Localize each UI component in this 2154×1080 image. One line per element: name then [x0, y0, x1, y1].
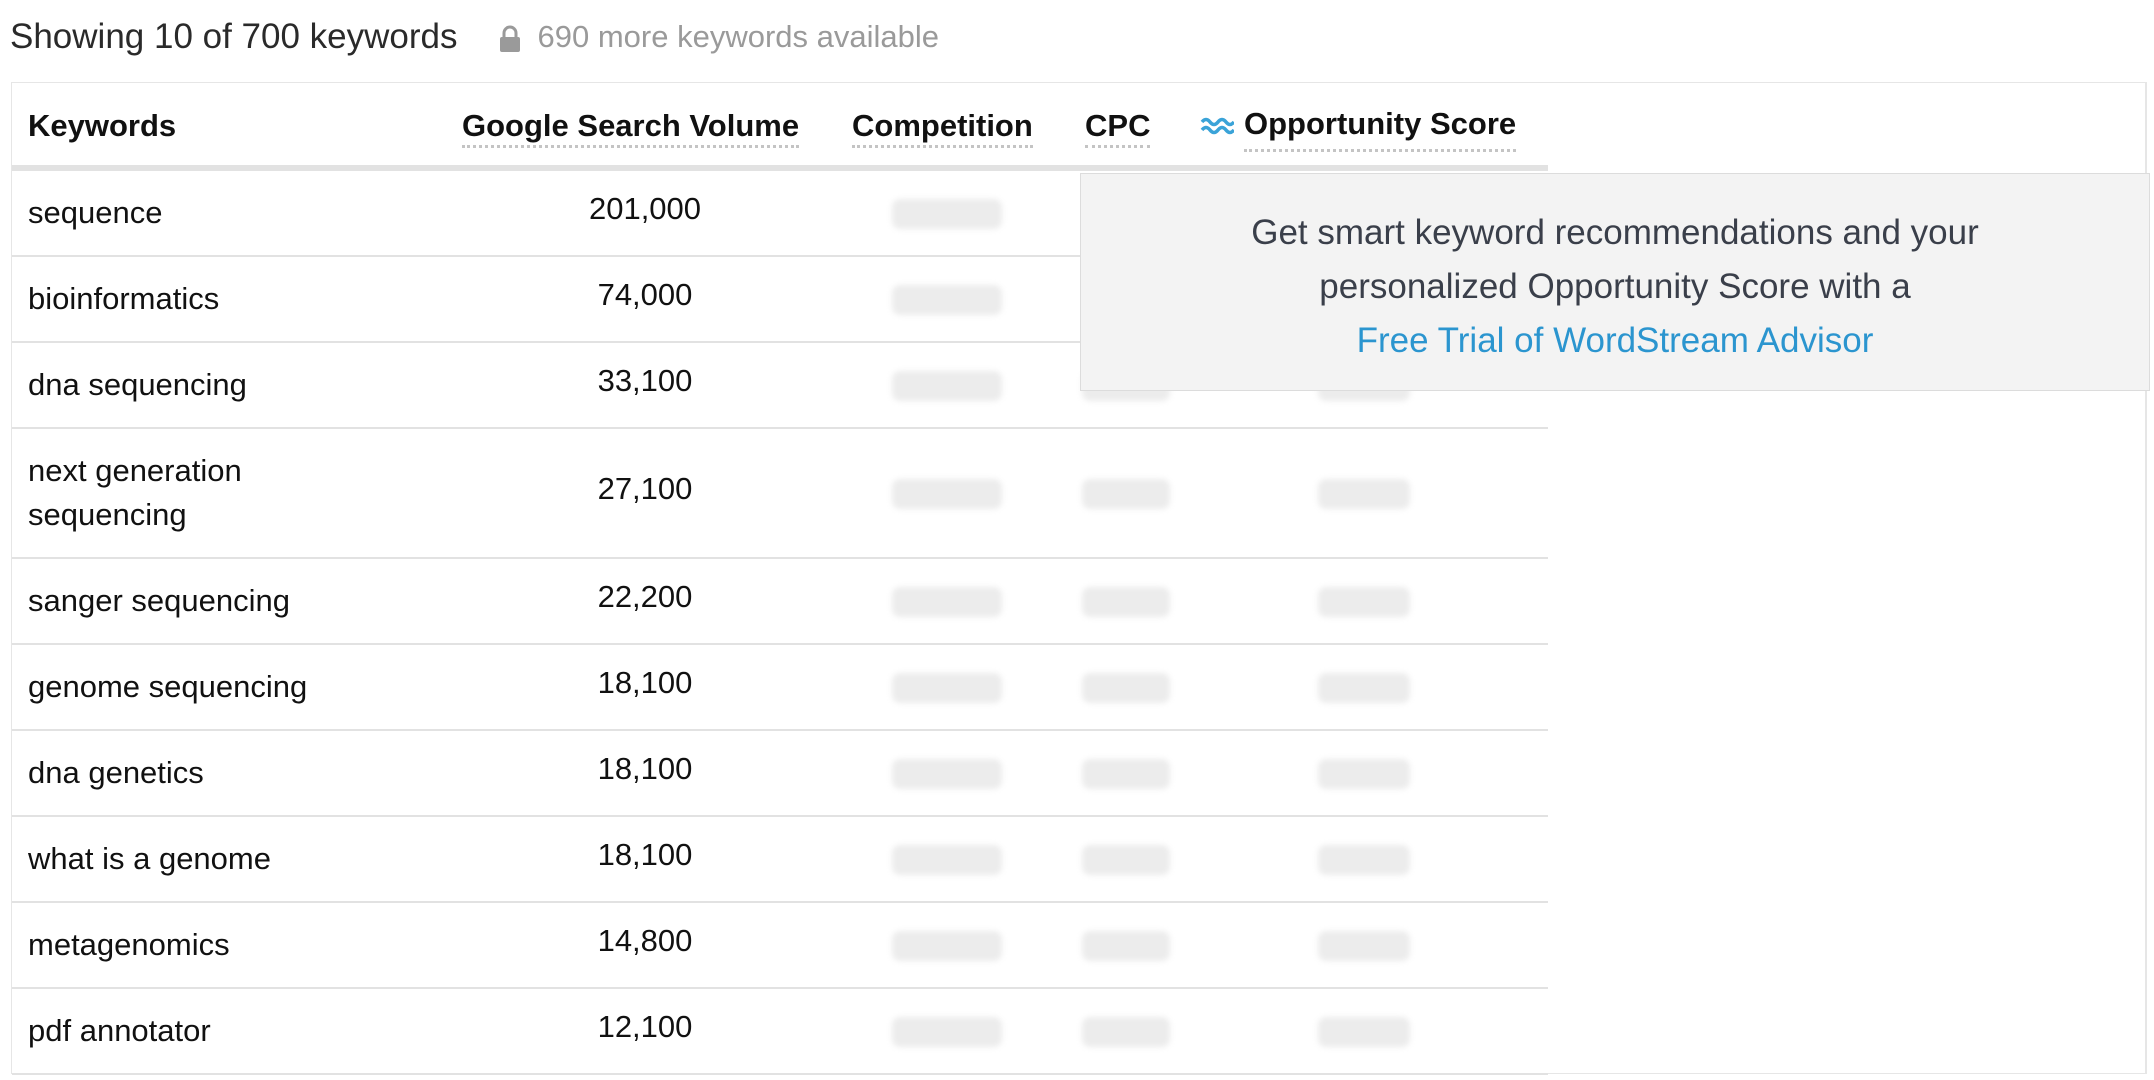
- competition-locked: [892, 587, 1002, 617]
- keyword-cell: pdf annotator: [28, 1013, 211, 1048]
- header-cpc[interactable]: CPC: [1085, 103, 1151, 149]
- opportunity-locked: [1318, 587, 1410, 617]
- wave-icon: [1200, 117, 1234, 135]
- keyword-cell: sanger sequencing: [28, 583, 290, 618]
- competition-locked: [892, 1017, 1002, 1047]
- cpc-locked: [1082, 759, 1170, 789]
- keyword-table-panel: Keywords Google Search Volume Competitio…: [11, 82, 2150, 1075]
- opportunity-locked: [1318, 1017, 1410, 1047]
- search-volume-cell: 27,100: [597, 471, 693, 506]
- upgrade-promo-box: Get smart keyword recommendations and yo…: [1080, 173, 2150, 391]
- header-opportunity-score[interactable]: Opportunity Score: [1200, 101, 1517, 152]
- table-header: Keywords Google Search Volume Competitio…: [12, 83, 1548, 171]
- header-keywords: Keywords: [28, 108, 177, 143]
- cpc-locked: [1082, 479, 1170, 509]
- free-trial-link[interactable]: Free Trial of WordStream Advisor: [1357, 321, 1874, 360]
- opportunity-locked: [1318, 931, 1410, 961]
- competition-locked: [892, 931, 1002, 961]
- competition-locked: [892, 479, 1002, 509]
- header-opportunity-score-label: Opportunity Score: [1244, 101, 1517, 152]
- competition-locked: [892, 199, 1002, 229]
- keyword-cell: dna sequencing: [28, 367, 247, 402]
- opportunity-locked: [1318, 759, 1410, 789]
- search-volume-cell: 14,800: [597, 923, 693, 958]
- header-search-volume[interactable]: Google Search Volume: [462, 103, 800, 149]
- search-volume-cell: 33,100: [597, 363, 693, 398]
- opportunity-locked: [1318, 673, 1410, 703]
- search-volume-cell: 12,100: [597, 1009, 693, 1044]
- search-volume-cell: 201,000: [588, 191, 702, 226]
- keyword-results: Showing 10 of 700 keywords 690 more keyw…: [0, 0, 2154, 1080]
- lock-icon: [498, 25, 522, 53]
- promo-text-line-2: personalized Opportunity Score with a: [1319, 267, 1911, 306]
- cpc-locked: [1082, 673, 1170, 703]
- header-cpc-label: CPC: [1085, 108, 1151, 148]
- table-row: pdf annotator 12,100: [12, 989, 1548, 1075]
- opportunity-locked: [1318, 479, 1410, 509]
- results-count: Showing 10 of 700 keywords: [10, 17, 458, 56]
- keyword-cell: genome sequencing: [28, 669, 308, 704]
- more-keywords-available: 690 more keywords available: [537, 19, 940, 54]
- table-row: next generation sequencing 27,100: [12, 429, 1548, 559]
- keyword-cell: metagenomics: [28, 927, 230, 962]
- keyword-cell: what is a genome: [28, 841, 271, 876]
- competition-locked: [892, 845, 1002, 875]
- keyword-cell: bioinformatics: [28, 281, 220, 316]
- competition-locked: [892, 673, 1002, 703]
- cpc-locked: [1082, 1017, 1170, 1047]
- keyword-cell: next generation sequencing: [28, 453, 242, 532]
- competition-locked: [892, 285, 1002, 315]
- table-row: what is a genome 18,100: [12, 817, 1548, 903]
- search-volume-cell: 22,200: [597, 579, 693, 614]
- competition-locked: [892, 371, 1002, 401]
- header-search-volume-label: Google Search Volume: [462, 108, 800, 148]
- results-summary: Showing 10 of 700 keywords 690 more keyw…: [10, 14, 939, 60]
- cpc-locked: [1082, 845, 1170, 875]
- keyword-cell: sequence: [28, 195, 163, 230]
- search-volume-cell: 74,000: [597, 277, 693, 312]
- table-row: metagenomics 14,800: [12, 903, 1548, 989]
- cpc-locked: [1082, 587, 1170, 617]
- table-row: dna genetics 18,100: [12, 731, 1548, 817]
- keyword-cell: dna genetics: [28, 755, 204, 790]
- header-competition-label: Competition: [852, 108, 1033, 148]
- table-row: sanger sequencing 22,200: [12, 559, 1548, 645]
- opportunity-locked: [1318, 845, 1410, 875]
- search-volume-cell: 18,100: [597, 751, 693, 786]
- header-competition[interactable]: Competition: [852, 103, 1033, 149]
- competition-locked: [892, 759, 1002, 789]
- promo-text-line-1: Get smart keyword recommendations and yo…: [1251, 213, 1979, 252]
- table-row: genome sequencing 18,100: [12, 645, 1548, 731]
- search-volume-cell: 18,100: [597, 665, 693, 700]
- cpc-locked: [1082, 931, 1170, 961]
- search-volume-cell: 18,100: [597, 837, 693, 872]
